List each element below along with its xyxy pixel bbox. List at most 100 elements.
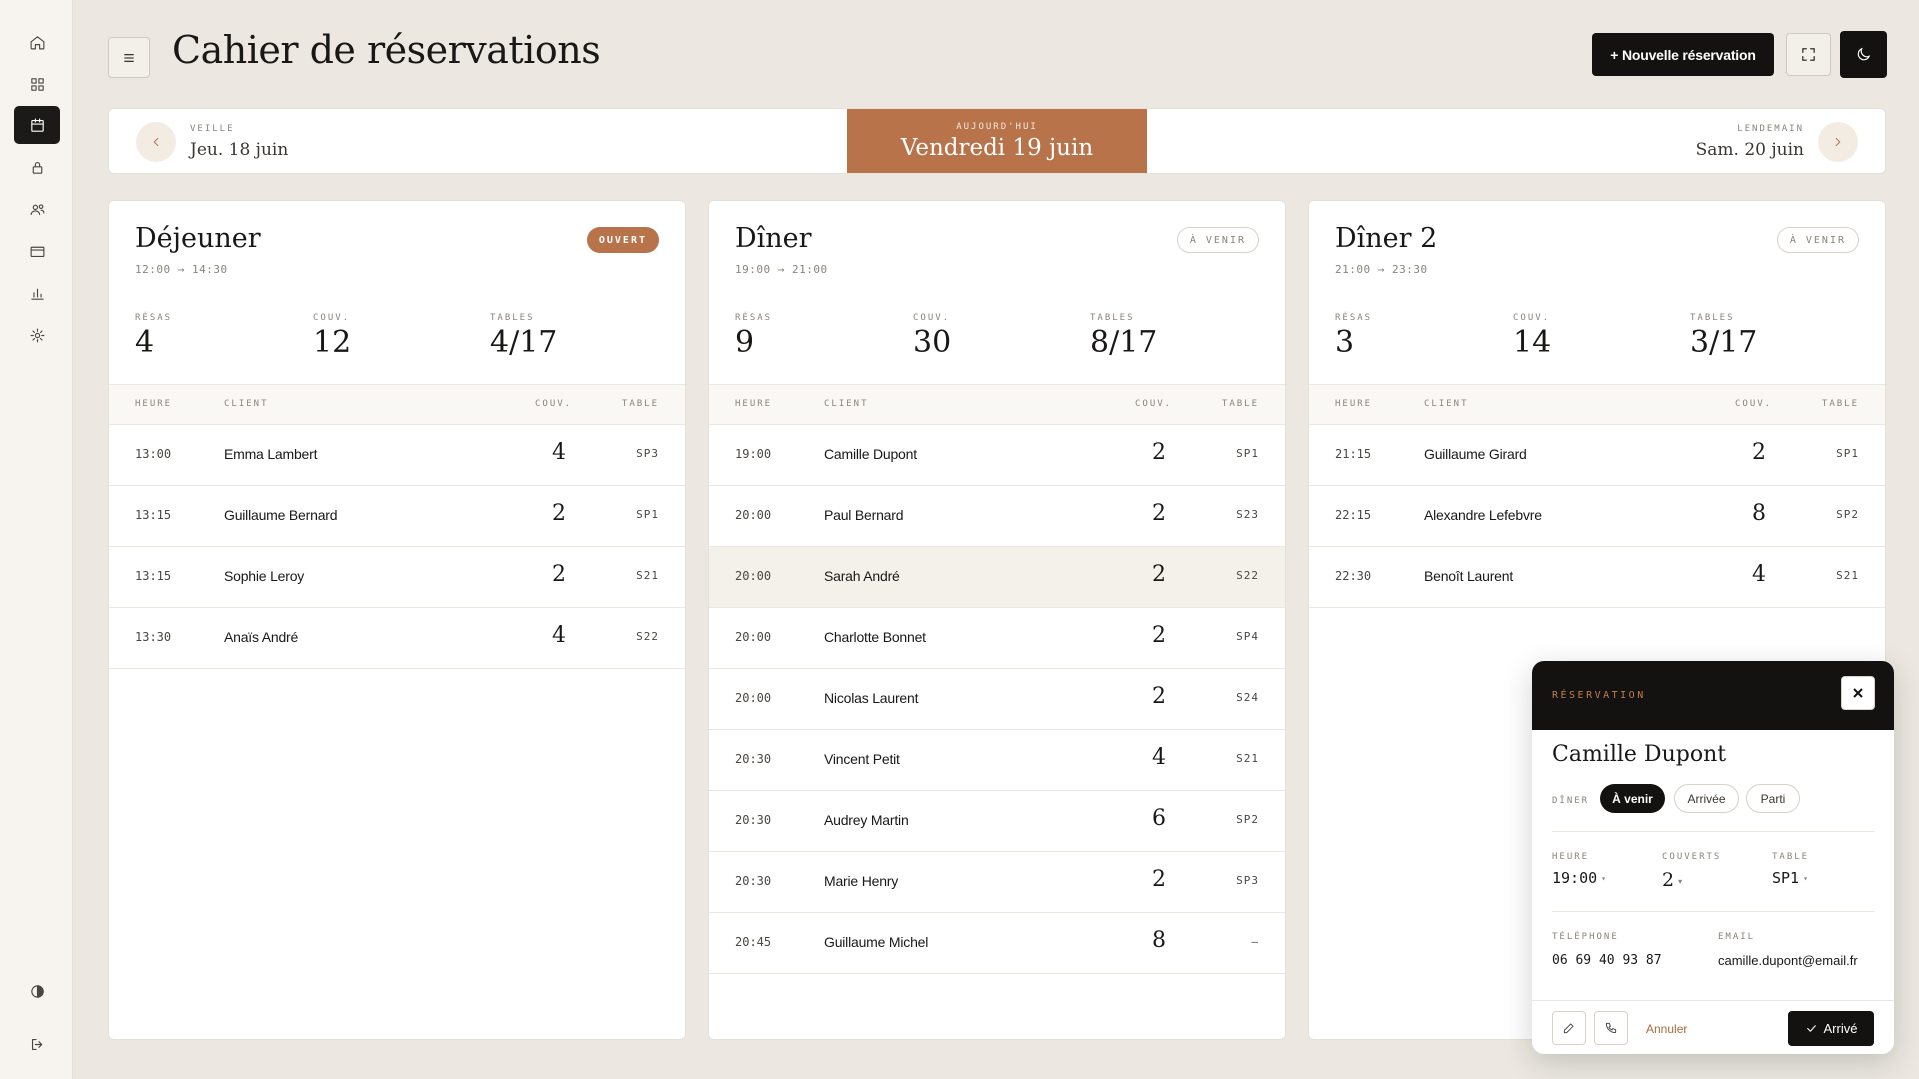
- state-parti-button[interactable]: Parti: [1746, 784, 1800, 813]
- row-time: 13:15: [135, 508, 172, 522]
- reservation-row[interactable]: 13:15 Guillaume Bernard 2 SP1: [109, 486, 685, 547]
- today-label: AUJOURD'HUI: [956, 122, 1038, 132]
- reservation-row[interactable]: 20:45 Guillaume Michel 8 —: [709, 913, 1285, 974]
- home-icon: [30, 35, 44, 49]
- email-value[interactable]: camille.dupont@email.fr: [1718, 953, 1858, 968]
- sidebar-item-home[interactable]: [14, 23, 60, 61]
- row-table: S21: [1236, 752, 1259, 765]
- popup-header: RÉSERVATION: [1532, 661, 1894, 730]
- table-select[interactable]: SP1 ▾: [1772, 869, 1808, 887]
- reservation-row[interactable]: 20:30 Vincent Petit 4 S21: [709, 730, 1285, 791]
- previous-day-button[interactable]: [136, 122, 176, 162]
- stat-value: 3: [1335, 325, 1355, 360]
- reservation-row[interactable]: 20:00 Sarah André 2 S22: [709, 547, 1285, 608]
- chevron-down-icon: ▾: [1601, 874, 1606, 883]
- bar-chart-icon: [30, 288, 44, 300]
- page-title: Cahier de réservations: [172, 28, 601, 72]
- sidebar-item-lock[interactable]: [14, 148, 60, 186]
- row-client: Guillaume Michel: [824, 934, 929, 950]
- next-day-button[interactable]: [1818, 122, 1858, 162]
- new-reservation-button[interactable]: + Nouvelle réservation: [1592, 33, 1774, 76]
- grid-icon: [30, 77, 44, 91]
- sidebar-item-calendar[interactable]: [14, 106, 60, 144]
- reservation-row[interactable]: 22:30 Benoît Laurent 4 S21: [1309, 547, 1885, 608]
- row-client: Sophie Leroy: [224, 568, 305, 584]
- row-table: SP4: [1236, 630, 1259, 643]
- row-couverts: 8: [1752, 501, 1766, 526]
- stat-tables: TABLES 3/17: [1690, 313, 1757, 360]
- reservation-row[interactable]: 19:00 Camille Dupont 2 SP1: [709, 425, 1285, 486]
- couverts-select[interactable]: 2 ▾: [1662, 869, 1682, 891]
- row-couverts: 4: [552, 623, 566, 648]
- row-table: S21: [1836, 569, 1859, 582]
- row-couverts: 2: [552, 562, 566, 587]
- row-couverts: 2: [1152, 440, 1166, 465]
- stat-value: 3/17: [1690, 325, 1758, 360]
- sidebar: [0, 0, 73, 1079]
- heure-select[interactable]: 19:00 ▾: [1552, 869, 1606, 887]
- reservation-row[interactable]: 13:00 Emma Lambert 4 SP3: [109, 425, 685, 486]
- reservation-row[interactable]: 20:30 Marie Henry 2 SP3: [709, 852, 1285, 913]
- state-a-venir-button[interactable]: À venir: [1600, 784, 1665, 813]
- sidebar-item-settings[interactable]: [14, 316, 60, 354]
- reservation-row[interactable]: 20:00 Nicolas Laurent 2 S24: [709, 669, 1285, 730]
- fullscreen-button[interactable]: [1786, 33, 1831, 76]
- row-couverts: 2: [1752, 440, 1766, 465]
- mark-arrived-button[interactable]: Arrivé: [1788, 1011, 1874, 1046]
- table-value: SP1: [1772, 869, 1800, 887]
- stat-value: 30: [913, 325, 952, 360]
- divider: [1552, 911, 1874, 912]
- row-table: SP2: [1236, 813, 1259, 826]
- reservation-row[interactable]: 13:15 Sophie Leroy 2 S21: [109, 547, 685, 608]
- previous-day-date[interactable]: Jeu. 18 juin: [190, 140, 288, 160]
- row-client: Paul Bernard: [824, 507, 904, 523]
- row-couverts: 6: [1152, 806, 1166, 831]
- sidebar-item-grid[interactable]: [14, 65, 60, 103]
- stat-label: TABLES: [490, 313, 535, 323]
- reservation-row[interactable]: 20:00 Charlotte Bonnet 2 SP4: [709, 608, 1285, 669]
- row-couverts: 2: [1152, 562, 1166, 587]
- row-table: S23: [1236, 508, 1259, 521]
- reservation-row[interactable]: 21:15 Guillaume Girard 2 SP1: [1309, 425, 1885, 486]
- next-day-date[interactable]: Sam. 20 juin: [1696, 140, 1804, 160]
- reservation-row[interactable]: 13:30 Anaïs André 4 S22: [109, 608, 685, 669]
- row-time: 13:15: [135, 569, 172, 583]
- row-time: 22:15: [1335, 508, 1372, 522]
- close-button[interactable]: [1841, 676, 1875, 710]
- row-table: SP1: [1836, 447, 1859, 460]
- sidebar-item-logout[interactable]: [14, 1025, 60, 1063]
- today-date[interactable]: AUJOURD'HUI Vendredi 19 juin: [847, 109, 1147, 173]
- couverts-label: COUVERTS: [1662, 852, 1722, 862]
- stat-label: RÉSAS: [135, 313, 173, 323]
- divider: [1552, 831, 1874, 832]
- row-couverts: 8: [1152, 928, 1166, 953]
- table-header: HEURE CLIENT COUV. TABLE: [109, 384, 685, 425]
- row-client: Sarah André: [824, 568, 900, 584]
- stat-couv: COUV. 12: [313, 313, 351, 360]
- row-time: 19:00: [735, 447, 772, 461]
- sidebar-item-contrast[interactable]: [14, 972, 60, 1010]
- menu-icon: [124, 53, 134, 62]
- state-arrivee-button[interactable]: Arrivée: [1674, 784, 1739, 813]
- phone-label: TÉLÉPHONE: [1552, 932, 1619, 942]
- edit-button[interactable]: [1552, 1011, 1586, 1045]
- stat-value: 14: [1513, 325, 1552, 360]
- row-client: Audrey Martin: [824, 812, 909, 828]
- reservation-row[interactable]: 22:15 Alexandre Lefebvre 8 SP2: [1309, 486, 1885, 547]
- phone-value[interactable]: 06 69 40 93 87: [1552, 953, 1662, 968]
- sidebar-item-stats[interactable]: [14, 274, 60, 312]
- theme-toggle-button[interactable]: [1840, 31, 1887, 78]
- reservation-row[interactable]: 20:00 Paul Bernard 2 S23: [709, 486, 1285, 547]
- menu-button[interactable]: [108, 37, 150, 78]
- row-table: SP1: [636, 508, 659, 521]
- users-icon: [30, 203, 44, 215]
- reservation-row[interactable]: 20:30 Audrey Martin 6 SP2: [709, 791, 1285, 852]
- table-label: TABLE: [1772, 852, 1810, 862]
- service-name: Dîner 2: [1335, 223, 1438, 254]
- sidebar-item-card[interactable]: [14, 232, 60, 270]
- cancel-reservation-link[interactable]: Annuler: [1646, 1022, 1687, 1036]
- sidebar-item-users[interactable]: [14, 190, 60, 228]
- call-button[interactable]: [1594, 1011, 1628, 1045]
- column-couv: COUV.: [1735, 399, 1773, 409]
- column-heure: HEURE: [1335, 399, 1373, 409]
